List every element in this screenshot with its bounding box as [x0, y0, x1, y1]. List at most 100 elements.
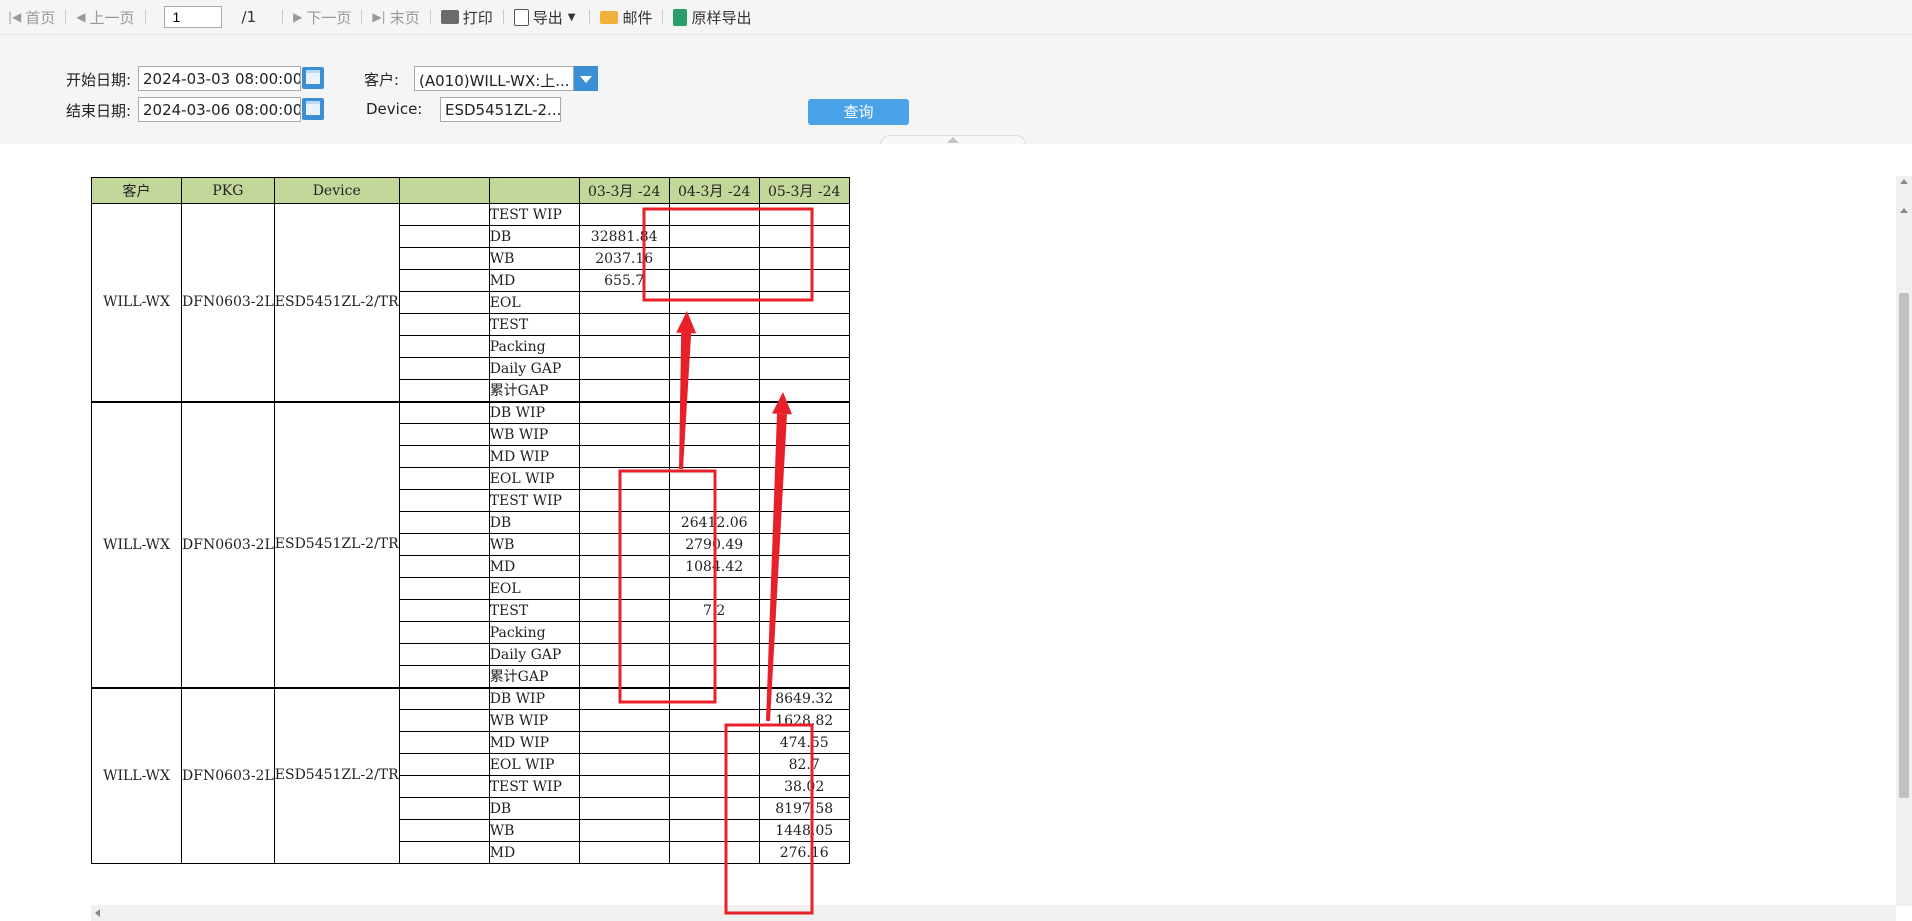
value-cell: [578, 357, 670, 380]
toolbar-divider: [502, 10, 504, 24]
end-date-input[interactable]: 2024-03-06 08:00:00: [138, 97, 301, 122]
value-cell: [578, 379, 670, 403]
scrollbar-thumb[interactable]: [1899, 293, 1909, 798]
prev-page-button[interactable]: ◀ 上一页: [72, 5, 138, 29]
prev-page-icon: ◀: [76, 10, 86, 24]
value-cell: 1628.82: [758, 709, 850, 732]
toolbar-divider: [589, 10, 591, 24]
value-cell: [758, 489, 850, 512]
value-cell: 1084.42: [668, 555, 760, 578]
mail-label: 邮件: [622, 8, 653, 27]
query-button[interactable]: 查询: [808, 99, 909, 125]
raw-export-button[interactable]: 原样导出: [669, 5, 755, 29]
metric-label: TEST: [488, 599, 580, 622]
empty-cell: [398, 401, 490, 424]
scroll-up-icon[interactable]: [1900, 179, 1908, 184]
value-cell: [668, 731, 760, 754]
metric-label: WB: [488, 247, 580, 270]
calendar-icon[interactable]: [302, 98, 324, 120]
empty-cell: [398, 665, 490, 689]
report-toolbar: |◀ 首页 ◀ 上一页 /1 ▶ 下一页 ▶| 末页 打印 导出 ▼ 邮件 原样…: [0, 0, 1912, 34]
report-table: 客户 PKG Device 03-3月 -24 04-3月 -24 05-3月 -24 W…: [91, 177, 850, 864]
device-cell: ESD5451ZL-2/TR: [273, 687, 400, 864]
value-cell: [578, 577, 670, 600]
empty-cell: [398, 621, 490, 644]
empty-cell: [398, 533, 490, 556]
scroll-up-icon[interactable]: [1900, 208, 1908, 213]
value-cell: [668, 401, 760, 424]
metric-label: DB WIP: [488, 687, 580, 710]
empty-cell: [398, 709, 490, 732]
value-cell: [578, 731, 670, 754]
next-page-icon: ▶: [293, 10, 303, 24]
pkg-cell: DFN0603-2L: [181, 203, 275, 403]
value-cell: [668, 665, 760, 689]
last-page-button[interactable]: ▶| 末页: [368, 5, 423, 29]
value-cell: [578, 489, 670, 512]
metric-label: TEST WIP: [488, 489, 580, 512]
value-cell: [668, 225, 760, 248]
metric-label: Daily GAP: [488, 643, 580, 666]
value-cell: [758, 357, 850, 380]
empty-cell: [398, 489, 490, 512]
value-cell: [758, 577, 850, 600]
metric-label: WB: [488, 533, 580, 556]
column-header: 04-3月 -24: [668, 177, 760, 204]
metric-label: Daily GAP: [488, 357, 580, 380]
value-cell: [668, 357, 760, 380]
column-header: [488, 177, 580, 204]
value-cell: 1448.05: [758, 819, 850, 842]
horizontal-scrollbar[interactable]: [91, 905, 1896, 921]
empty-cell: [398, 467, 490, 490]
scroll-left-icon[interactable]: [95, 909, 100, 917]
value-cell: [758, 555, 850, 578]
first-page-icon: |◀: [8, 10, 22, 24]
empty-cell: [398, 753, 490, 776]
value-cell: [578, 687, 670, 710]
calendar-icon[interactable]: [302, 67, 324, 89]
pkg-cell: DFN0603-2L: [181, 687, 275, 864]
metric-label: WB WIP: [488, 423, 580, 446]
empty-cell: [398, 291, 490, 314]
next-page-button[interactable]: ▶ 下一页: [289, 5, 355, 29]
export-dropdown-button[interactable]: 导出 ▼: [510, 5, 584, 29]
metric-label: EOL WIP: [488, 753, 580, 776]
value-cell: [758, 401, 850, 424]
customer-cell: WILL-WX: [91, 203, 182, 403]
device-input[interactable]: ESD5451ZL-2...: [440, 97, 561, 122]
vertical-scrollbar[interactable]: [1896, 176, 1912, 906]
value-cell: 655.7: [578, 269, 670, 292]
value-cell: [758, 533, 850, 556]
value-cell: [758, 599, 850, 622]
metric-label: MD: [488, 269, 580, 292]
start-date-input[interactable]: 2024-03-03 08:00:00: [138, 66, 301, 91]
customer-select[interactable]: (A010)WILL-WX:上...: [414, 66, 574, 91]
customer-dropdown-icon[interactable]: [574, 66, 598, 91]
customer-cell: WILL-WX: [91, 401, 182, 689]
empty-cell: [398, 599, 490, 622]
value-cell: 8649.32: [758, 687, 850, 710]
metric-label: DB: [488, 797, 580, 820]
mail-button[interactable]: 邮件: [596, 5, 656, 29]
value-cell: [578, 819, 670, 842]
value-cell: [668, 687, 760, 710]
last-page-label: 末页: [389, 8, 420, 27]
empty-cell: [398, 379, 490, 403]
device-cell: ESD5451ZL-2/TR: [273, 401, 400, 689]
value-cell: 474.55: [758, 731, 850, 754]
value-cell: [758, 335, 850, 358]
print-button[interactable]: 打印: [437, 5, 497, 29]
value-cell: [758, 291, 850, 314]
start-date-label: 开始日期:: [66, 71, 132, 89]
first-page-button[interactable]: |◀ 首页: [4, 5, 59, 29]
device-cell: ESD5451ZL-2/TR: [273, 203, 400, 403]
empty-cell: [398, 225, 490, 248]
page-number-input[interactable]: [163, 6, 222, 28]
value-cell: [578, 709, 670, 732]
printer-icon: [440, 10, 459, 24]
value-cell: [578, 203, 670, 226]
value-cell: [758, 225, 850, 248]
value-cell: [578, 445, 670, 468]
column-header: Device: [273, 177, 400, 204]
pkg-cell: DFN0603-2L: [181, 401, 275, 689]
